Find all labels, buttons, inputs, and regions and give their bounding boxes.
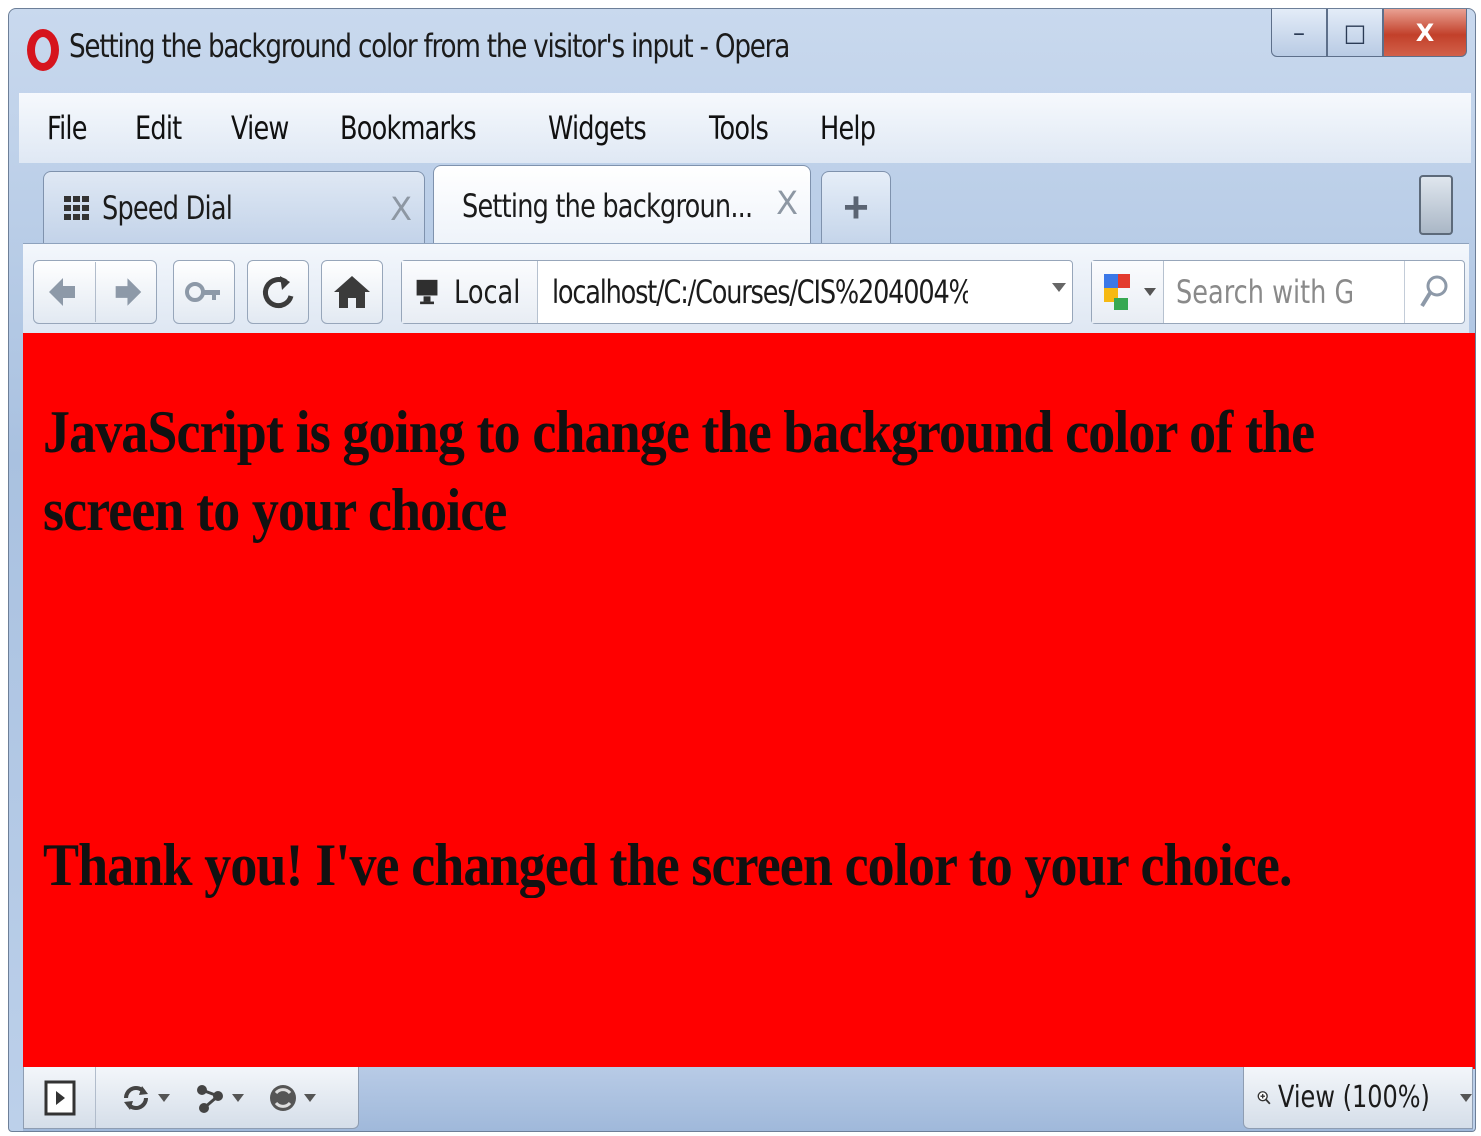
tab-active-page[interactable]: Setting the backgroun... X <box>433 165 811 245</box>
network-icon <box>197 1084 223 1113</box>
tab-close-icon[interactable]: X <box>776 184 798 222</box>
zoom-label: View (100%) <box>1278 1080 1431 1115</box>
home-icon <box>334 276 370 308</box>
wand-button[interactable] <box>173 260 235 324</box>
back-icon[interactable] <box>35 262 95 322</box>
menu-bookmarks[interactable]: Bookmarks <box>340 109 477 147</box>
local-computer-icon <box>416 279 438 305</box>
new-tab-button[interactable]: + <box>821 171 891 243</box>
url-field[interactable]: localhost/C:/Courses/CIS%204004%20-%20\ <box>552 273 968 311</box>
back-forward-group <box>33 260 157 324</box>
tab-bar: Speed Dial X Setting the backgroun... X … <box>19 165 1471 245</box>
chevron-down-icon <box>232 1093 244 1102</box>
menu-bar: File Edit View Bookmarks Widgets Tools H… <box>19 93 1471 163</box>
thank-you-message: Thank you! I've changed the screen color… <box>43 832 1292 898</box>
site-info-badge[interactable]: Local <box>402 261 538 323</box>
chevron-down-icon <box>1143 288 1156 296</box>
search-engine-selector[interactable] <box>1092 261 1164 323</box>
menu-file[interactable]: File <box>47 109 87 147</box>
address-bar[interactable]: Local localhost/C:/Courses/CIS%204004%20… <box>401 260 1073 324</box>
reload-button[interactable] <box>247 260 309 324</box>
sync-button[interactable] <box>118 1080 170 1116</box>
search-input[interactable] <box>1176 273 1352 311</box>
unite-button[interactable] <box>192 1080 244 1116</box>
tab-close-icon[interactable]: X <box>390 190 412 228</box>
chevron-down-icon <box>158 1093 170 1102</box>
trash-can-icon[interactable] <box>1419 175 1453 235</box>
status-left-panel <box>23 1067 359 1129</box>
search-button[interactable] <box>1404 261 1464 323</box>
panel-toggle-icon <box>44 1080 75 1115</box>
zoom-icon <box>1257 1090 1271 1104</box>
menu-edit[interactable]: Edit <box>135 109 182 147</box>
key-icon <box>185 282 220 302</box>
browser-window: Setting the background color from the vi… <box>8 8 1476 1132</box>
tab-label: Setting the backgroun... <box>462 186 753 225</box>
status-bar: View (100%) <box>23 1067 1473 1131</box>
chevron-down-icon <box>1460 1093 1472 1102</box>
menu-view[interactable]: View <box>231 109 289 147</box>
search-icon <box>1419 275 1447 308</box>
search-box <box>1091 260 1465 324</box>
tab-label: Speed Dial <box>102 188 233 227</box>
window-controls: – □ X <box>1271 9 1467 61</box>
zoom-control[interactable]: View (100%) <box>1243 1067 1473 1129</box>
title-bar: Setting the background color from the vi… <box>9 9 1475 87</box>
menu-tools[interactable]: Tools <box>709 109 769 147</box>
close-button[interactable]: X <box>1383 9 1467 57</box>
google-logo-icon <box>1103 274 1130 310</box>
chevron-down-icon <box>304 1093 316 1102</box>
window-title: Setting the background color from the vi… <box>69 27 790 65</box>
opera-logo-icon <box>27 29 59 71</box>
turbo-button[interactable] <box>266 1081 316 1115</box>
page-content: JavaScript is going to change the backgr… <box>23 333 1475 1069</box>
maximize-button[interactable]: □ <box>1327 9 1383 57</box>
home-button[interactable] <box>321 260 383 324</box>
menu-widgets[interactable]: Widgets <box>548 109 647 147</box>
sync-icon <box>124 1085 148 1110</box>
security-label: Local <box>454 273 521 311</box>
page-heading: JavaScript is going to change the backgr… <box>43 399 1315 543</box>
address-dropdown-icon[interactable] <box>1052 283 1066 292</box>
panel-toggle-button[interactable] <box>24 1067 96 1128</box>
forward-icon[interactable] <box>95 262 155 322</box>
minimize-button[interactable]: – <box>1271 9 1327 57</box>
speed-dial-grid-icon <box>64 195 89 220</box>
turbo-icon <box>270 1084 296 1111</box>
menu-help[interactable]: Help <box>820 109 876 147</box>
navigation-toolbar: Local localhost/C:/Courses/CIS%204004%20… <box>23 243 1469 339</box>
reload-icon <box>263 276 294 309</box>
tab-speed-dial[interactable]: Speed Dial X <box>43 171 425 243</box>
